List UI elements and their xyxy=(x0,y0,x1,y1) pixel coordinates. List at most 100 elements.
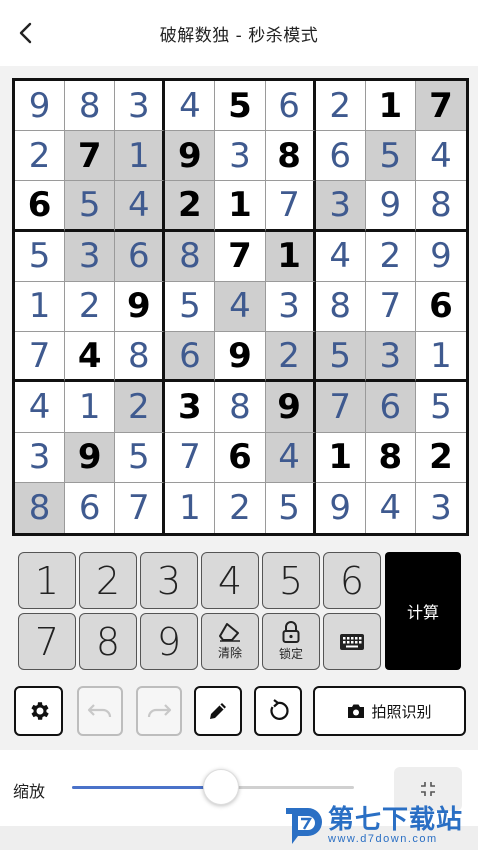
sudoku-cell[interactable]: 1 xyxy=(215,181,266,232)
sudoku-cell[interactable]: 1 xyxy=(365,81,416,132)
sudoku-cell[interactable]: 2 xyxy=(15,131,66,182)
sudoku-cell[interactable]: 6 xyxy=(165,332,216,383)
sudoku-cell[interactable]: 1 xyxy=(65,382,116,433)
sudoku-cell[interactable]: 4 xyxy=(415,131,466,182)
sudoku-cell[interactable]: 5 xyxy=(165,281,216,333)
digit-key-7[interactable]: 7 xyxy=(18,613,76,670)
sudoku-cell[interactable]: 3 xyxy=(265,281,316,333)
sudoku-cell[interactable]: 3 xyxy=(315,181,366,232)
sudoku-cell[interactable]: 1 xyxy=(165,482,216,533)
sudoku-cell[interactable]: 2 xyxy=(65,281,116,333)
sudoku-cell[interactable]: 1 xyxy=(415,332,466,383)
sudoku-cell[interactable]: 6 xyxy=(215,432,266,483)
sudoku-cell[interactable]: 3 xyxy=(165,382,216,433)
sudoku-cell[interactable]: 8 xyxy=(315,281,366,333)
clear-button[interactable]: 清除 xyxy=(201,613,259,670)
sudoku-cell[interactable]: 4 xyxy=(165,81,216,132)
sudoku-cell[interactable]: 3 xyxy=(65,231,116,282)
sudoku-cell[interactable]: 6 xyxy=(365,382,416,433)
sudoku-cell[interactable]: 6 xyxy=(115,231,166,282)
sudoku-cell[interactable]: 5 xyxy=(315,332,366,383)
digit-key-9[interactable]: 9 xyxy=(140,613,198,670)
sudoku-cell[interactable]: 9 xyxy=(315,482,366,533)
sudoku-cell[interactable]: 5 xyxy=(65,181,116,232)
sudoku-cell[interactable]: 1 xyxy=(115,131,166,182)
calculate-button[interactable]: 计算 xyxy=(385,552,461,670)
sudoku-cell[interactable]: 8 xyxy=(65,81,116,132)
sudoku-cell[interactable]: 2 xyxy=(215,482,266,533)
sudoku-cell[interactable]: 5 xyxy=(415,382,466,433)
digit-key-5[interactable]: 5 xyxy=(262,552,320,609)
sudoku-cell[interactable]: 9 xyxy=(365,181,416,232)
sudoku-cell[interactable]: 8 xyxy=(215,382,266,433)
sudoku-cell[interactable]: 2 xyxy=(415,432,466,483)
sudoku-cell[interactable]: 2 xyxy=(315,81,366,132)
digit-key-2[interactable]: 2 xyxy=(79,552,137,609)
sudoku-cell[interactable]: 6 xyxy=(15,181,66,232)
sudoku-cell[interactable]: 7 xyxy=(265,181,316,232)
sudoku-cell[interactable]: 6 xyxy=(315,131,366,182)
sudoku-cell[interactable]: 6 xyxy=(265,81,316,132)
digit-key-3[interactable]: 3 xyxy=(140,552,198,609)
sudoku-cell[interactable]: 5 xyxy=(15,231,66,282)
sudoku-cell[interactable]: 9 xyxy=(165,131,216,182)
sudoku-cell[interactable]: 7 xyxy=(165,432,216,483)
back-button[interactable] xyxy=(10,17,42,49)
sudoku-cell[interactable]: 5 xyxy=(115,432,166,483)
digit-key-1[interactable]: 1 xyxy=(18,552,76,609)
sudoku-cell[interactable]: 3 xyxy=(415,482,466,533)
sudoku-cell[interactable]: 5 xyxy=(215,81,266,132)
sudoku-cell[interactable]: 9 xyxy=(15,81,66,132)
lock-button[interactable]: 锁定 xyxy=(262,613,320,670)
sudoku-cell[interactable]: 9 xyxy=(265,382,316,433)
sudoku-cell[interactable]: 2 xyxy=(115,382,166,433)
sudoku-cell[interactable]: 8 xyxy=(165,231,216,282)
sudoku-cell[interactable]: 4 xyxy=(65,332,116,383)
photo-recognize-button[interactable]: 拍照识别 xyxy=(313,686,466,736)
sudoku-cell[interactable]: 9 xyxy=(115,281,166,333)
digit-key-8[interactable]: 8 xyxy=(79,613,137,670)
sudoku-cell[interactable]: 1 xyxy=(265,231,316,282)
sudoku-cell[interactable]: 6 xyxy=(65,482,116,533)
sudoku-cell[interactable]: 9 xyxy=(415,231,466,282)
sudoku-cell[interactable]: 4 xyxy=(265,432,316,483)
sudoku-cell[interactable]: 2 xyxy=(165,181,216,232)
sudoku-cell[interactable]: 2 xyxy=(265,332,316,383)
zoom-slider[interactable] xyxy=(72,769,354,805)
sudoku-cell[interactable]: 6 xyxy=(415,281,466,333)
sudoku-cell[interactable]: 8 xyxy=(365,432,416,483)
reset-button[interactable] xyxy=(254,686,302,736)
sudoku-cell[interactable]: 3 xyxy=(365,332,416,383)
sudoku-cell[interactable]: 4 xyxy=(215,281,266,333)
sudoku-cell[interactable]: 7 xyxy=(115,482,166,533)
sudoku-cell[interactable]: 4 xyxy=(365,482,416,533)
sudoku-cell[interactable]: 8 xyxy=(15,482,66,533)
sudoku-cell[interactable]: 8 xyxy=(415,181,466,232)
sudoku-cell[interactable]: 5 xyxy=(365,131,416,182)
pencil-button[interactable] xyxy=(194,686,242,736)
sudoku-cell[interactable]: 9 xyxy=(65,432,116,483)
sudoku-cell[interactable]: 5 xyxy=(265,482,316,533)
sudoku-cell[interactable]: 7 xyxy=(315,382,366,433)
sudoku-cell[interactable]: 7 xyxy=(415,81,466,132)
sudoku-cell[interactable]: 8 xyxy=(115,332,166,383)
sudoku-cell[interactable]: 3 xyxy=(215,131,266,182)
sudoku-cell[interactable]: 4 xyxy=(315,231,366,282)
sudoku-cell[interactable]: 7 xyxy=(365,281,416,333)
sudoku-cell[interactable]: 2 xyxy=(365,231,416,282)
undo-button[interactable] xyxy=(77,686,123,736)
settings-button[interactable] xyxy=(14,686,63,736)
sudoku-cell[interactable]: 8 xyxy=(265,131,316,182)
sudoku-cell[interactable]: 4 xyxy=(115,181,166,232)
sudoku-cell[interactable]: 4 xyxy=(15,382,66,433)
digit-key-4[interactable]: 4 xyxy=(201,552,259,609)
sudoku-cell[interactable]: 7 xyxy=(15,332,66,383)
zoom-slider-thumb[interactable] xyxy=(203,769,240,805)
sudoku-cell[interactable]: 7 xyxy=(65,131,116,182)
sudoku-cell[interactable]: 3 xyxy=(115,81,166,132)
sudoku-cell[interactable]: 9 xyxy=(215,332,266,383)
sudoku-cell[interactable]: 3 xyxy=(15,432,66,483)
sudoku-cell[interactable]: 1 xyxy=(15,281,66,333)
digit-key-6[interactable]: 6 xyxy=(323,552,381,609)
sudoku-cell[interactable]: 7 xyxy=(215,231,266,282)
